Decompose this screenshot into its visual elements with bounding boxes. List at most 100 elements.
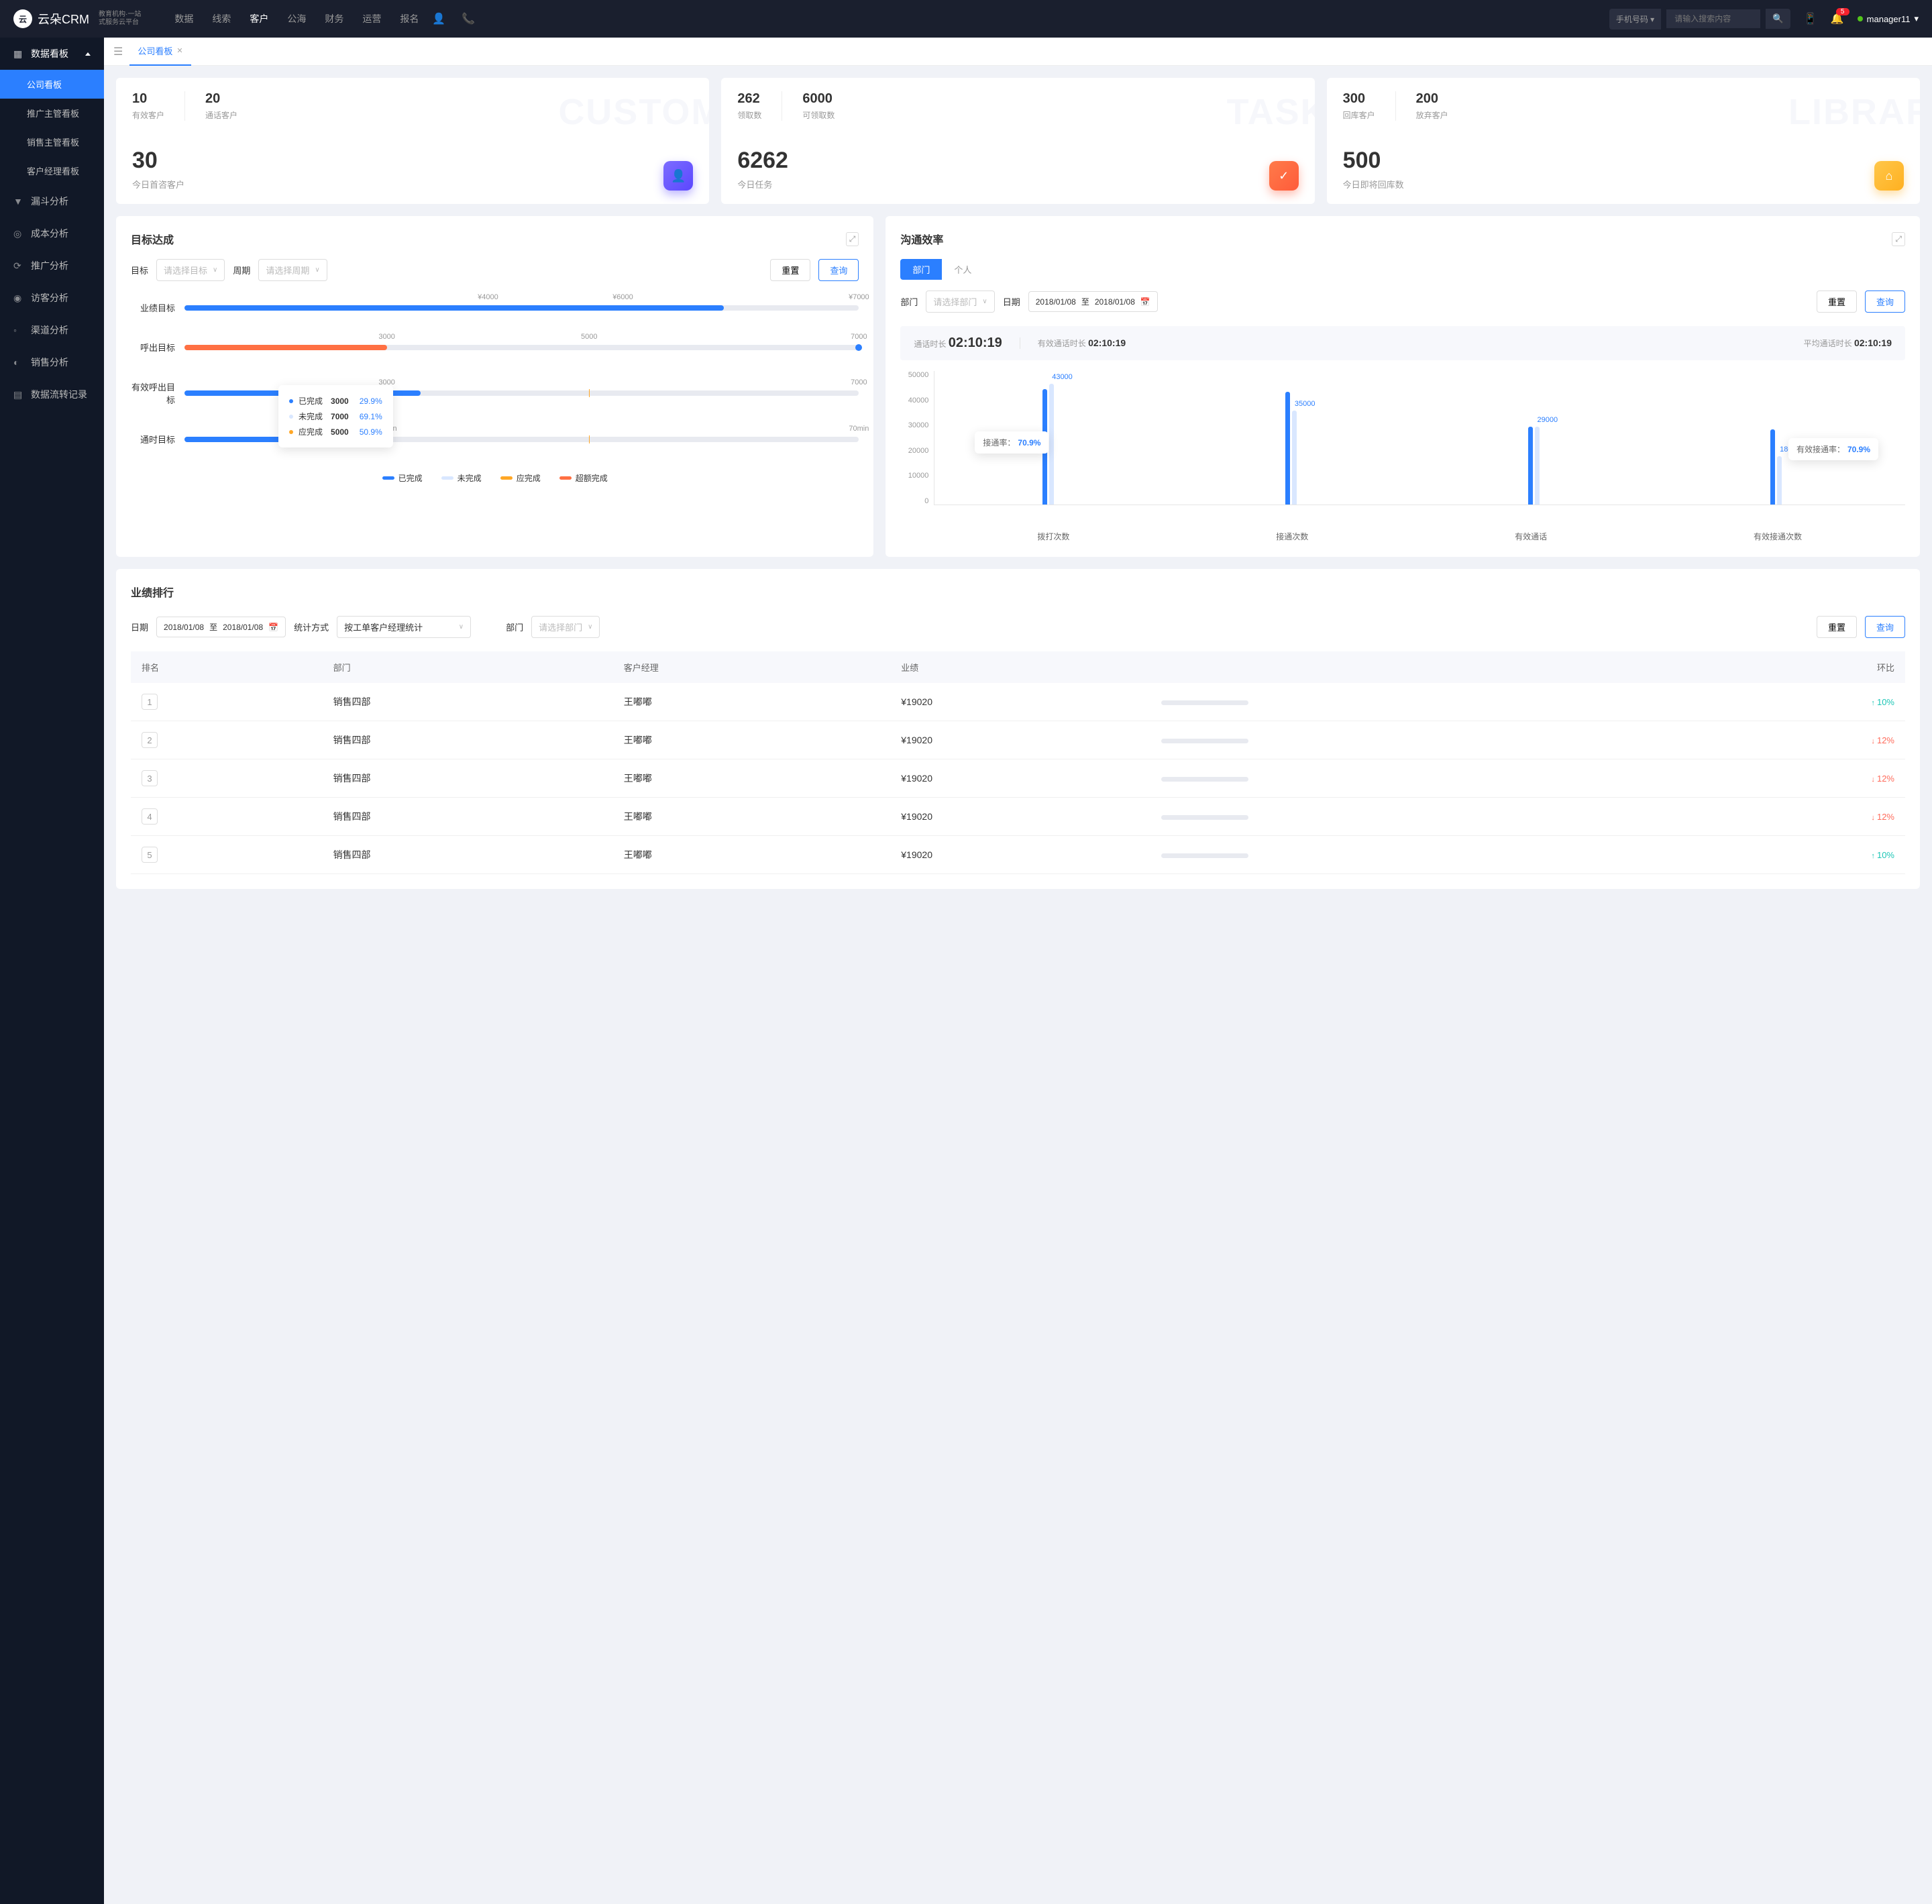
rank-table: 排名部门客户经理业绩环比 1 销售四部 王嘟嘟 ¥19020 10%2 销售四部… [131,651,1905,874]
goals-query-button[interactable]: 查询 [818,259,859,281]
nav-item-3[interactable]: 公海 [287,12,306,25]
nav-item-0[interactable]: 数据 [174,12,193,25]
search-type-select[interactable]: 手机号码 ▾ [1609,9,1661,30]
kpi-icon: 👤 [663,161,693,191]
table-row[interactable]: 2 销售四部 王嘟嘟 ¥19020 12% [131,721,1905,759]
calendar-icon: 📅 [1140,297,1150,307]
sidebar-group-dashboard[interactable]: ▦ 数据看板 [0,38,104,70]
sidebar-item-4[interactable]: ◦渠道分析 [0,314,104,346]
panel-rank: 业绩排行 日期 2018/01/08 至 2018/01/08 📅 统计方式 按… [116,569,1920,889]
bullet-track: ¥4000¥6000¥7000 [184,305,859,311]
chart-tip-1: 接通率：70.9% [975,431,1049,454]
comm-title: 沟通效率 [900,231,943,247]
nav-item-4[interactable]: 财务 [325,12,343,25]
expand-icon[interactable]: ⤢ [1892,232,1905,246]
comm-bar-chart: 50000400003000020000100000 43000 35000 2… [900,371,1905,525]
nav-icon: ▤ [13,389,24,401]
nav-item-2[interactable]: 客户 [250,12,268,25]
goals-title: 目标达成 [131,231,174,247]
top-header: 云 云朵CRM 教育机构·一站 式服务云平台 数据线索客户公海财务运营报名 👤 … [0,0,1932,38]
phone-icon[interactable]: 📞 [462,12,475,25]
sidebar: ▦ 数据看板 公司看板推广主管看板销售主管看板客户经理看板 ▼漏斗分析◎成本分析… [0,38,104,1904]
comm-reset-button[interactable]: 重置 [1817,290,1857,313]
table-row[interactable]: 1 销售四部 王嘟嘟 ¥19020 10% [131,683,1905,721]
logo-text: 云朵CRM [38,10,89,28]
main-area: ☰ 公司看板 ✕ CUSTOM 10有效客户 20通话客户 30今日首咨客户 👤… [104,38,1932,1904]
comm-query-button[interactable]: 查询 [1865,290,1905,313]
table-row[interactable]: 3 销售四部 王嘟嘟 ¥19020 12% [131,759,1905,798]
sidebar-item-3[interactable]: ◉访客分析 [0,282,104,314]
table-row[interactable]: 4 销售四部 王嘟嘟 ¥19020 12% [131,798,1905,836]
sidebar-sub-1[interactable]: 推广主管看板 [0,99,104,127]
nav-icon: ▼ [13,196,24,207]
rank-stat-select[interactable]: 按工单客户经理统计 [337,616,471,638]
logo-sub1: 教育机构·一站 [99,11,141,19]
search-input[interactable] [1666,9,1760,28]
sidebar-item-1[interactable]: ◎成本分析 [0,217,104,250]
panel-comm: 沟通效率 ⤢ 部门 个人 部门 请选择部门 日期 2018/01/08 至 [885,216,1920,557]
rank-query-button[interactable]: 查询 [1865,616,1905,638]
nav-icon: ◦ [13,325,24,335]
sidebar-item-6[interactable]: ▤数据流转记录 [0,378,104,411]
rank-reset-button[interactable]: 重置 [1817,616,1857,638]
logo-sub2: 式服务云平台 [99,19,141,27]
sidebar-sub-2[interactable]: 销售主管看板 [0,127,104,156]
dashboard-icon: ▦ [13,48,24,60]
seg-dept[interactable]: 部门 [900,259,942,280]
comm-segment: 部门 个人 [900,259,983,280]
sidebar-sub-0[interactable]: 公司看板 [0,70,104,99]
table-row[interactable]: 5 销售四部 王嘟嘟 ¥19020 10% [131,836,1905,874]
nav-icon: ◉ [13,293,24,304]
goals-tooltip: 已完成300029.9%未完成700069.1%应完成500050.9% [278,385,393,447]
search-button[interactable]: 🔍 [1766,9,1790,29]
tab-company-board[interactable]: 公司看板 ✕ [129,38,191,66]
target-label: 目标 [131,264,148,276]
rank-date-range[interactable]: 2018/01/08 至 2018/01/08 📅 [156,617,286,637]
kpi-icon: ⌂ [1874,161,1904,191]
comm-date-label: 日期 [1003,295,1020,308]
menu-fold-icon[interactable]: ☰ [113,45,123,58]
kpi-card-0: CUSTOM 10有效客户 20通话客户 30今日首咨客户 👤 [116,78,709,204]
nav-item-6[interactable]: 报名 [400,12,419,25]
period-label: 周期 [233,264,250,276]
rank-title: 业绩排行 [131,584,1905,600]
rank-dept-label: 部门 [506,621,523,633]
rank-stat-label: 统计方式 [294,621,329,633]
nav-icon: ⟳ [13,260,24,272]
calendar-icon: 📅 [268,623,278,632]
goals-reset-button[interactable]: 重置 [770,259,810,281]
comm-dept-select[interactable]: 请选择部门 [926,290,994,313]
target-select[interactable]: 请选择目标 [156,259,225,281]
bar-group: 29000 [1528,371,1555,505]
kpi-card-2: LIBRAR 300回库客户 200放弃客户 500今日即将回库数 ⌂ [1327,78,1920,204]
sidebar-item-0[interactable]: ▼漏斗分析 [0,185,104,217]
nav-item-5[interactable]: 运营 [362,12,381,25]
rank-dept-select[interactable]: 请选择部门 [531,616,600,638]
tab-close-icon[interactable]: ✕ [176,46,182,55]
user-menu[interactable]: manager11 ▾ [1858,13,1919,24]
notification-icon[interactable]: 🔔 [1831,12,1844,25]
bullet-track: 300050007000 [184,345,859,350]
top-nav: 数据 线索 客户 公海 财务 运营 报名 [174,12,419,25]
mobile-icon[interactable]: 📱 [1804,12,1817,25]
tabs-bar: ☰ 公司看板 ✕ [104,38,1932,66]
kpi-card-1: TASK 262领取数 6000可领取数 6262今日任务 ✓ [721,78,1314,204]
logo-icon: 云 [13,9,32,28]
bar-group: 35000 [1285,371,1312,505]
logo: 云 云朵CRM 教育机构·一站 式服务云平台 [13,9,141,28]
comm-date-range[interactable]: 2018/01/08 至 2018/01/08 📅 [1028,291,1158,312]
nav-icon: ◐ [13,357,24,368]
expand-icon[interactable]: ⤢ [846,232,859,246]
sidebar-item-5[interactable]: ◐销售分析 [0,346,104,378]
seg-person[interactable]: 个人 [942,259,983,280]
rank-date-label: 日期 [131,621,148,633]
nav-icon: ◎ [13,228,24,240]
nav-item-1[interactable]: 线索 [212,12,231,25]
sidebar-item-2[interactable]: ⟳推广分析 [0,250,104,282]
sidebar-sub-3[interactable]: 客户经理看板 [0,156,104,185]
kpi-icon: ✓ [1269,161,1299,191]
panel-goals: 目标达成 ⤢ 目标 请选择目标 周期 请选择周期 重置 查询 已完成300029… [116,216,873,557]
user-icon[interactable]: 👤 [432,12,445,25]
comm-dept-label: 部门 [900,295,918,308]
period-select[interactable]: 请选择周期 [258,259,327,281]
